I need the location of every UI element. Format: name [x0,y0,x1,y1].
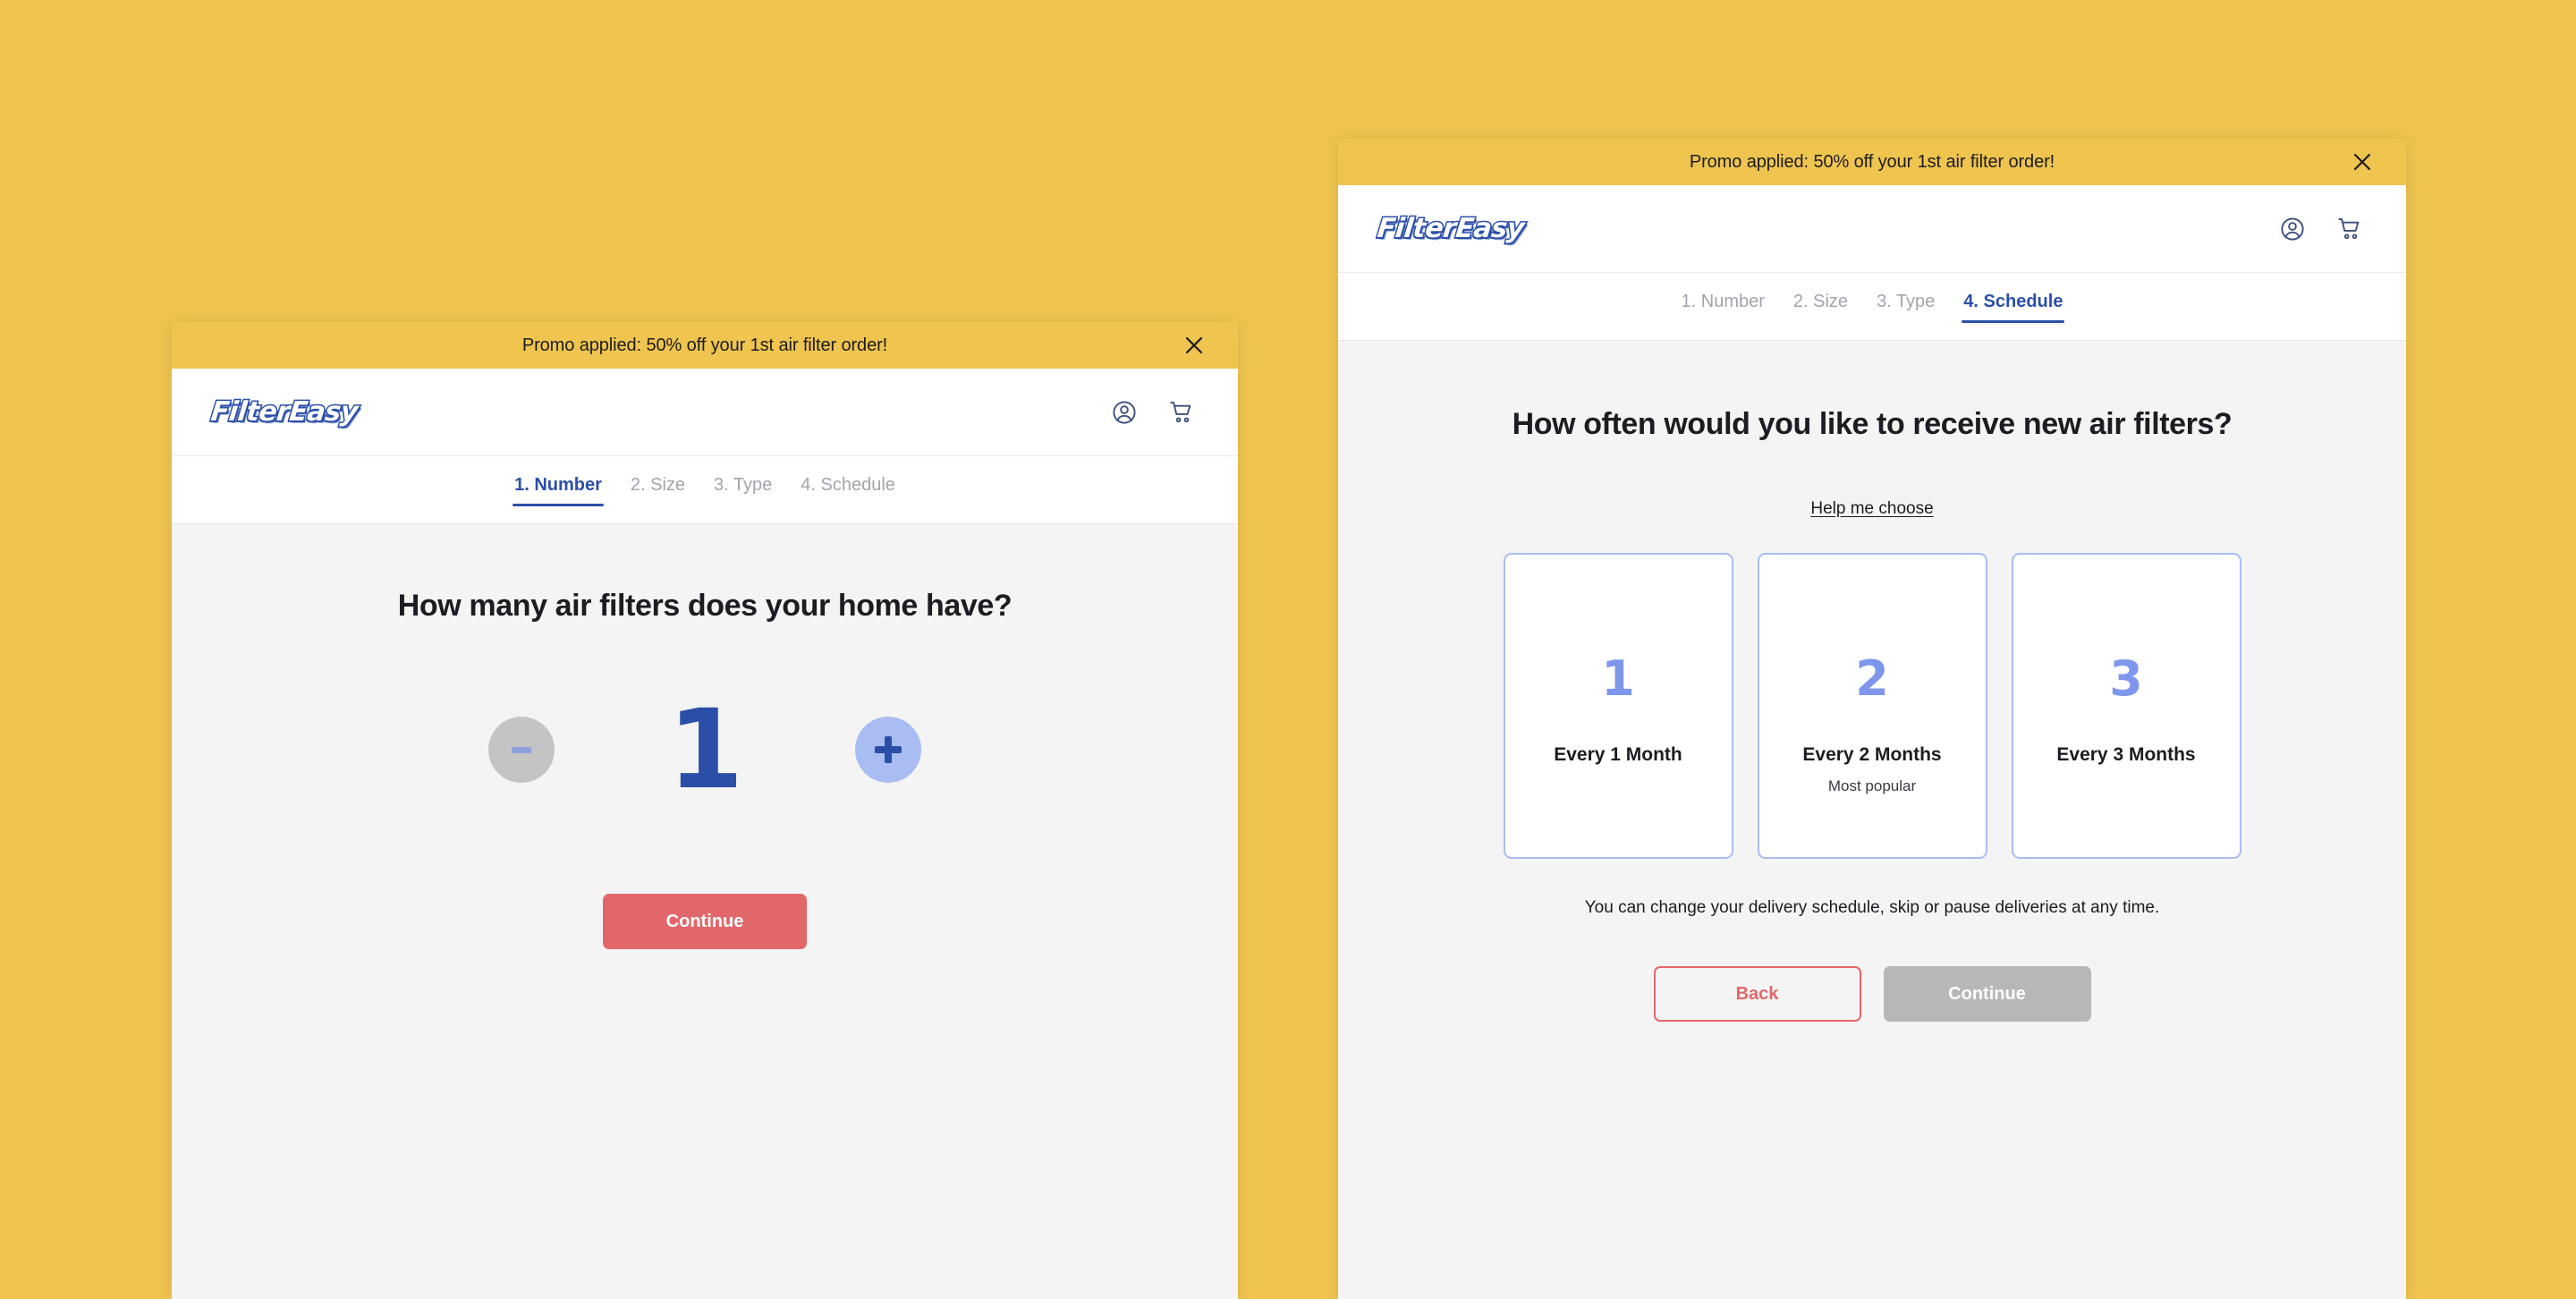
step-tabs-left: 1. Number 2. Size 3. Type 4. Schedule [172,456,1238,524]
page-root: { "theme": { "page_background": "#EFC44F… [0,0,2576,1299]
continue-button[interactable]: Continue [603,894,807,949]
shopping-cart-icon[interactable] [1165,395,1199,429]
schedule-option-badge: Most popular [1827,777,1917,794]
promo-banner-right: Promo applied: 50% off your 1st air filt… [1338,139,2406,185]
schedule-note: You can change your delivery schedule, s… [1584,898,2160,917]
quantity-stepper: 1 [172,695,1238,804]
header-icon-group [1107,395,1199,429]
schedule-option-card[interactable]: 1 Every 1 Month [1503,553,1733,859]
tab-number[interactable]: 1. Number [513,470,604,510]
order-wizard-panel-number-step: Promo applied: 50% off your 1st air filt… [172,322,1238,1299]
close-icon[interactable] [2349,149,2376,175]
decrement-button[interactable] [488,717,555,783]
site-header: FilterEasy [172,369,1238,456]
schedule-option-number: 3 [2109,650,2143,707]
account-circle-icon[interactable] [2275,212,2309,246]
schedule-option-label: Every 3 Months [2056,744,2196,765]
schedule-option-group: 1 Every 1 Month 2 Every 2 Months Most po… [1503,553,2241,859]
brand-logo[interactable]: FilterEasy [208,395,360,429]
schedule-option-number: 2 [1855,650,1889,707]
shopping-cart-icon[interactable] [2333,212,2367,246]
help-me-choose-link[interactable]: Help me choose [1810,499,1933,519]
continue-button[interactable]: Continue [1883,966,2091,1022]
brand-logo-text: FilterEasy [208,395,360,429]
schedule-step-body: How often would you like to receive new … [1338,341,2406,1299]
header-icon-group-right [2275,212,2367,246]
tab-schedule[interactable]: 4. Schedule [799,470,897,510]
schedule-option-label: Every 1 Month [1554,744,1682,765]
schedule-option-card[interactable]: 2 Every 2 Months Most popular [1757,553,1987,859]
tab-schedule[interactable]: 4. Schedule [1962,286,2065,327]
page-title-schedule-step: How often would you like to receive new … [1512,407,2233,441]
schedule-option-label: Every 2 Months [1802,744,1942,765]
number-step-body: How many air filters does your home have… [172,524,1238,1299]
promo-banner-text: Promo applied: 50% off your 1st air filt… [521,335,888,355]
brand-logo-text: FilterEasy [1375,211,1527,245]
close-icon[interactable] [1181,332,1208,359]
site-header-right: FilterEasy [1338,185,2406,273]
plus-icon [875,736,902,763]
quantity-value: 1 [667,686,744,813]
schedule-option-number: 1 [1601,650,1635,707]
order-wizard-panel-schedule-step: Promo applied: 50% off your 1st air filt… [1338,139,2406,1299]
promo-banner-text-right: Promo applied: 50% off your 1st air filt… [1689,151,2055,172]
increment-button[interactable] [855,717,921,783]
tab-size[interactable]: 2. Size [629,470,687,510]
number-step-actions: Continue [172,894,1238,949]
minus-icon [512,746,531,753]
tab-size[interactable]: 2. Size [1792,286,1850,327]
tab-type[interactable]: 3. Type [712,470,774,510]
schedule-step-actions: Back Continue [1653,966,2091,1022]
page-title-number-step: How many air filters does your home have… [397,589,1013,623]
schedule-option-card[interactable]: 3 Every 3 Months [2011,553,2241,859]
promo-banner: Promo applied: 50% off your 1st air filt… [172,322,1238,369]
account-circle-icon[interactable] [1107,395,1141,429]
step-tabs-right: 1. Number 2. Size 3. Type 4. Schedule [1338,273,2406,341]
tab-number[interactable]: 1. Number [1680,286,1767,327]
tab-type[interactable]: 3. Type [1875,286,1936,327]
back-button[interactable]: Back [1653,966,1861,1022]
brand-logo[interactable]: FilterEasy [1375,211,1527,245]
